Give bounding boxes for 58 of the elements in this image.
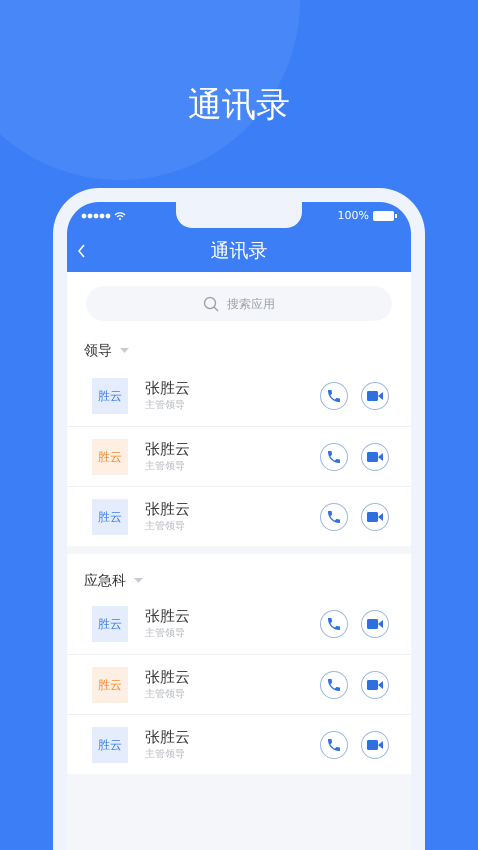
avatar-text: 胜云 — [98, 508, 122, 526]
video-call-button[interactable] — [361, 382, 389, 410]
video-call-button[interactable] — [361, 670, 389, 698]
video-call-button[interactable] — [361, 610, 389, 638]
video-camera-icon — [367, 618, 383, 630]
call-button[interactable] — [320, 442, 348, 470]
battery-icon — [373, 211, 397, 221]
contact-name: 张胜云 — [145, 666, 191, 686]
contact-name: 张胜云 — [145, 606, 191, 626]
contact-name: 张胜云 — [145, 726, 191, 746]
group-title[interactable]: 领导 — [84, 340, 112, 362]
avatar-text: 胜云 — [98, 736, 122, 754]
video-camera-icon — [367, 738, 383, 750]
video-camera-icon — [367, 450, 383, 462]
phone-icon — [326, 736, 342, 752]
contact-role: 主管领导 — [145, 398, 186, 413]
phone-icon — [326, 448, 342, 464]
avatar-text: 胜云 — [98, 616, 122, 633]
contact-row[interactable]: 胜云 张胜云 主管领导 — [67, 714, 411, 774]
contact-role: 主管领导 — [145, 460, 186, 474]
contact-role: 主管领导 — [145, 520, 186, 534]
video-call-button[interactable] — [361, 442, 389, 470]
contact-role: 主管领导 — [145, 626, 186, 641]
call-button[interactable] — [320, 730, 348, 758]
contact-name: 张胜云 — [145, 498, 191, 518]
video-call-button[interactable] — [361, 730, 389, 758]
call-button[interactable] — [320, 502, 348, 530]
phone-icon — [326, 616, 342, 632]
battery-percent: 100% — [338, 208, 369, 224]
contact-row[interactable]: 胜云 张胜云 主管领导 — [67, 594, 411, 654]
video-camera-icon — [367, 510, 383, 522]
contact-role: 主管领导 — [145, 688, 186, 702]
video-call-button[interactable] — [361, 502, 389, 530]
search-icon — [203, 296, 219, 312]
contact-row[interactable]: 胜云 张胜云 主管领导 — [67, 486, 411, 546]
avatar-text: 胜云 — [98, 676, 122, 694]
video-camera-icon — [367, 390, 383, 402]
contact-role: 主管领导 — [145, 748, 186, 762]
back-icon[interactable] — [77, 244, 87, 258]
signal-icon — [81, 211, 127, 221]
group-title[interactable]: 应急科 — [84, 570, 126, 592]
avatar-text: 胜云 — [98, 388, 122, 405]
contact-row[interactable]: 胜云 张胜云 主管领导 — [67, 426, 411, 486]
video-camera-icon — [367, 678, 383, 690]
phone-icon — [326, 508, 342, 524]
phone-icon — [326, 676, 342, 692]
avatar-text: 胜云 — [98, 448, 122, 466]
contact-row[interactable]: 胜云 张胜云 主管领导 — [67, 366, 411, 426]
nav-title: 通讯录 — [210, 238, 268, 264]
contact-row[interactable]: 胜云 张胜云 主管领导 — [67, 654, 411, 714]
call-button[interactable] — [320, 670, 348, 698]
call-button[interactable] — [320, 610, 348, 638]
search-placeholder: 搜索应用 — [227, 296, 275, 312]
call-button[interactable] — [320, 382, 348, 410]
contact-name: 张胜云 — [145, 378, 191, 398]
contact-name: 张胜云 — [145, 438, 191, 458]
phone-icon — [326, 388, 342, 404]
headline: 通讯录 — [188, 84, 290, 127]
